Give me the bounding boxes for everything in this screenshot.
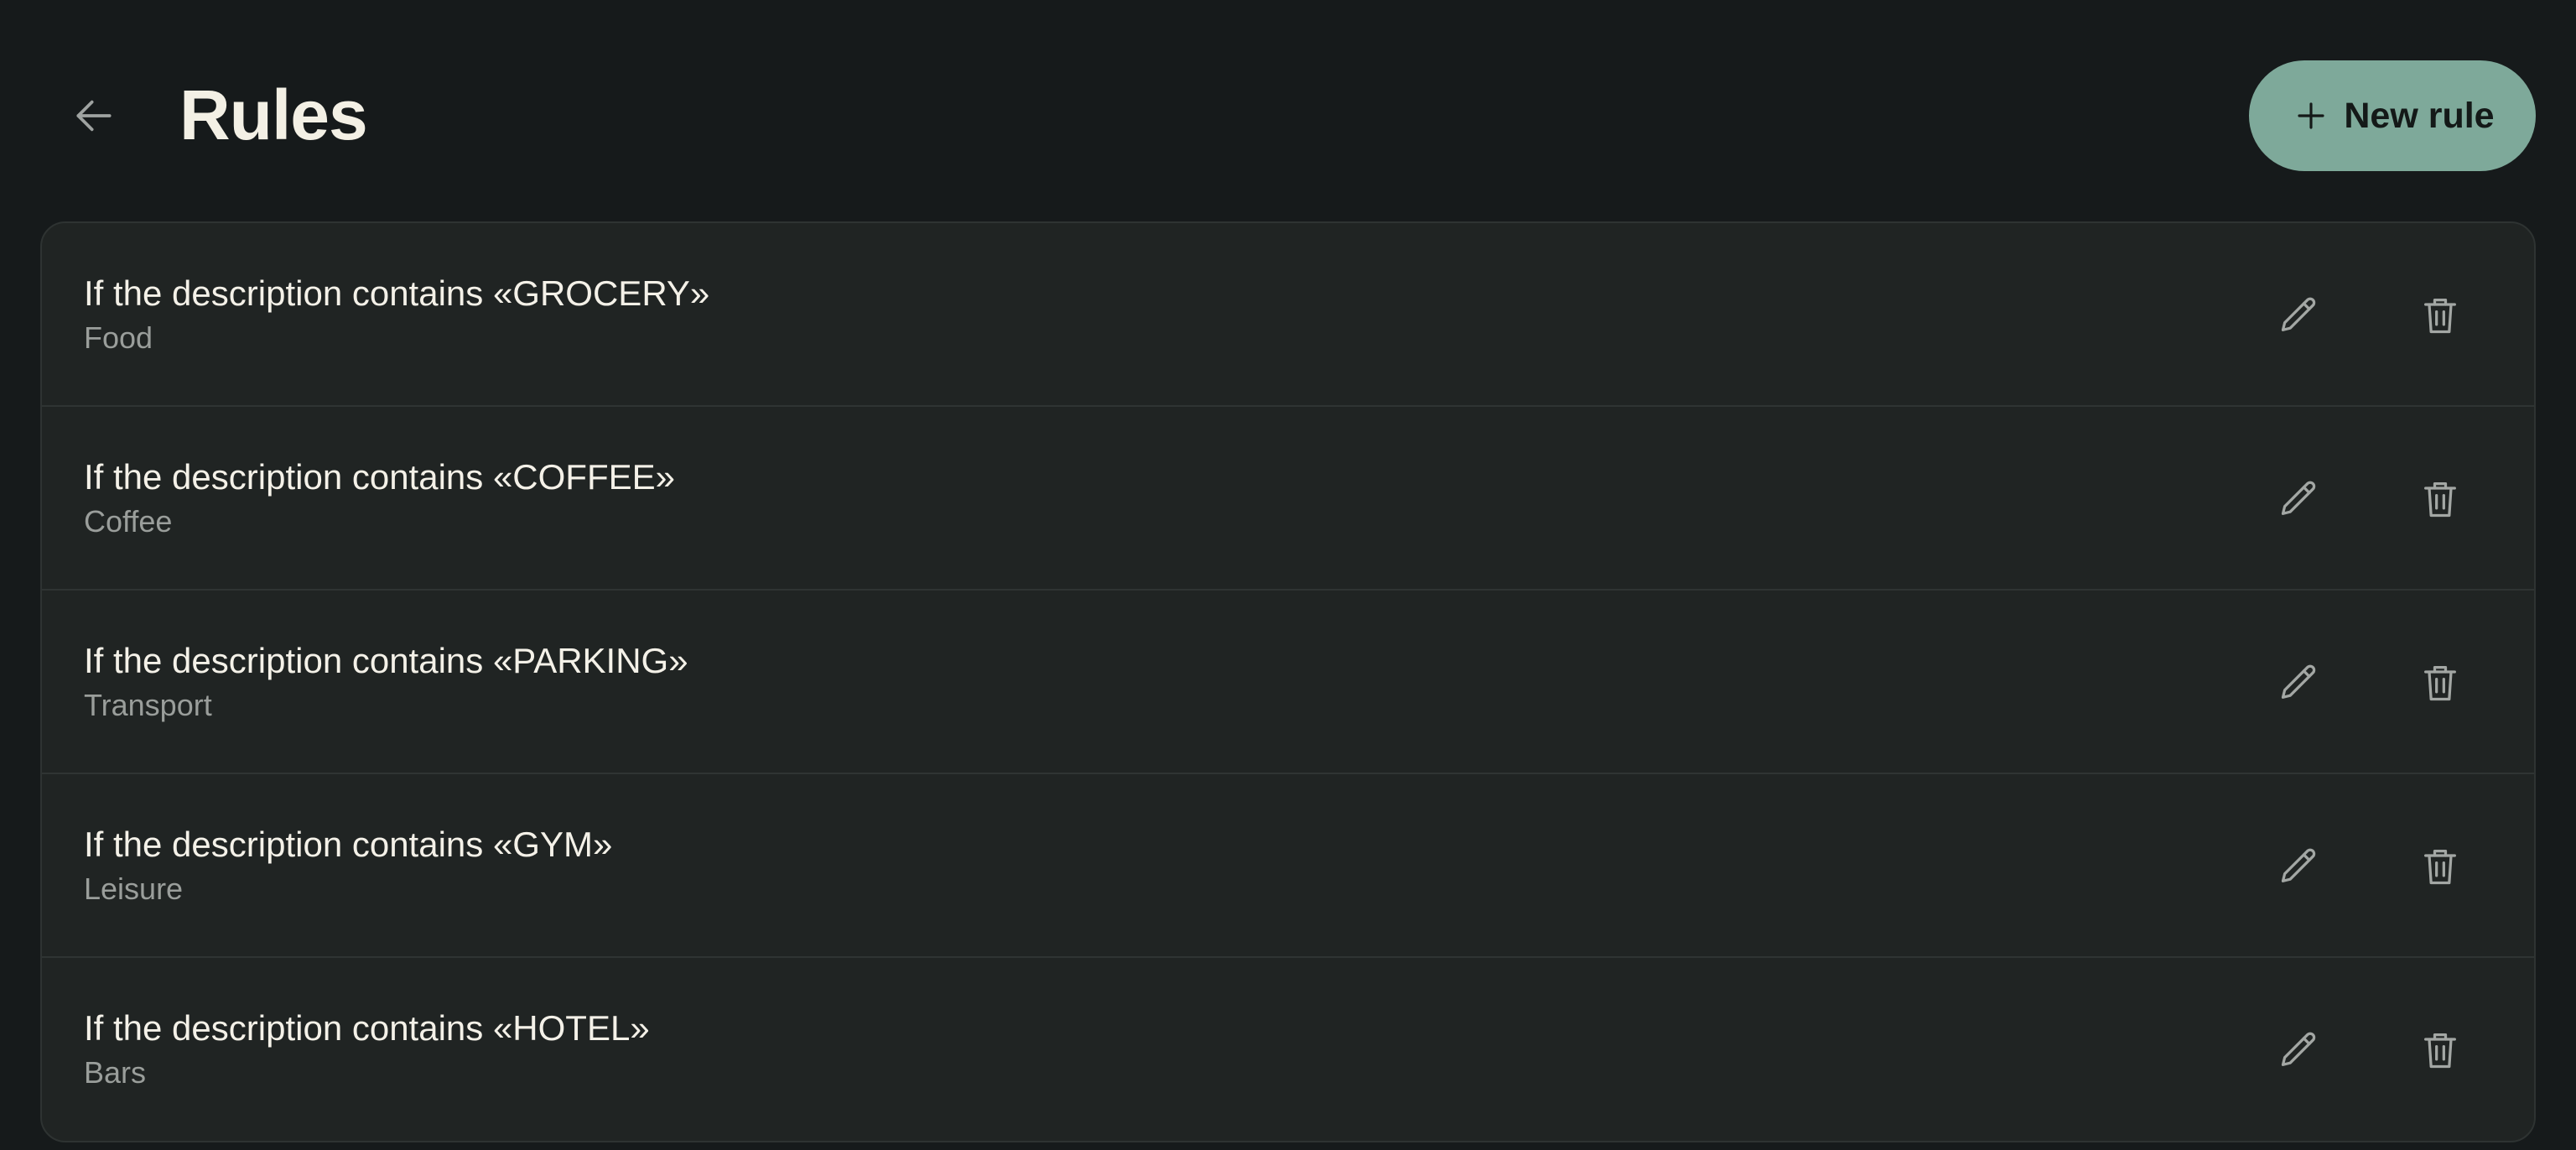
rule-row: If the description contains «HOTEL» Bars <box>42 958 2534 1141</box>
trash-icon <box>2424 298 2456 334</box>
rule-category: Transport <box>84 688 212 722</box>
rule-text: If the description contains «PARKING» Tr… <box>84 639 688 725</box>
rule-text: If the description contains «COFFEE» Cof… <box>84 455 675 541</box>
rule-condition: If the description contains «PARKING» <box>84 641 688 680</box>
rule-condition: If the description contains «COFFEE» <box>84 457 675 497</box>
page-title: Rules <box>179 75 368 154</box>
plus-icon <box>2298 102 2324 129</box>
new-rule-button[interactable]: New rule <box>2249 60 2536 171</box>
arrow-left-icon <box>76 100 112 132</box>
pencil-icon <box>2281 481 2316 515</box>
edit-rule-button[interactable] <box>2274 841 2324 892</box>
rule-row: If the description contains «GYM» Leisur… <box>42 774 2534 958</box>
rule-condition: If the description contains «HOTEL» <box>84 1008 650 1048</box>
delete-rule-button[interactable] <box>2415 658 2465 708</box>
page-header: Rules New rule <box>0 0 2576 221</box>
trash-icon <box>2424 481 2456 518</box>
rules-list: If the description contains «GROCERY» Fo… <box>40 221 2536 1142</box>
delete-rule-button[interactable] <box>2415 841 2465 892</box>
edit-rule-button[interactable] <box>2274 658 2324 708</box>
back-button[interactable] <box>67 89 121 143</box>
trash-icon <box>2424 849 2456 885</box>
rule-category: Food <box>84 320 153 355</box>
rule-row: If the description contains «COFFEE» Cof… <box>42 407 2534 591</box>
rule-category: Coffee <box>84 504 173 539</box>
rule-condition: If the description contains «GYM» <box>84 825 613 864</box>
trash-icon <box>2424 665 2456 701</box>
delete-rule-button[interactable] <box>2415 1025 2465 1075</box>
pencil-icon <box>2281 297 2316 331</box>
edit-rule-button[interactable] <box>2274 1025 2324 1075</box>
rule-text: If the description contains «HOTEL» Bars <box>84 1007 650 1092</box>
pencil-icon <box>2281 848 2316 882</box>
pencil-icon <box>2281 664 2316 699</box>
edit-rule-button[interactable] <box>2274 474 2324 524</box>
delete-rule-button[interactable] <box>2415 474 2465 524</box>
rule-category: Leisure <box>84 872 184 906</box>
pencil-icon <box>2281 1032 2316 1066</box>
new-rule-label: New rule <box>2344 95 2495 136</box>
trash-icon <box>2424 1033 2456 1069</box>
delete-rule-button[interactable] <box>2415 290 2465 341</box>
rule-text: If the description contains «GROCERY» Fo… <box>84 272 709 357</box>
rule-condition: If the description contains «GROCERY» <box>84 273 710 313</box>
rule-text: If the description contains «GYM» Leisur… <box>84 823 612 908</box>
rule-category: Bars <box>84 1055 147 1090</box>
edit-rule-button[interactable] <box>2274 290 2324 341</box>
rule-row: If the description contains «GROCERY» Fo… <box>42 223 2534 407</box>
rule-row: If the description contains «PARKING» Tr… <box>42 591 2534 774</box>
